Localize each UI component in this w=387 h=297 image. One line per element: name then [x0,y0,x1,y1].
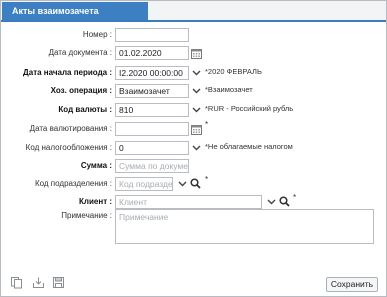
client-required: * [293,193,297,202]
download-icon[interactable] [32,276,45,289]
tax-code-select[interactable]: 0 [115,141,189,155]
currency-date-required: * [205,120,209,129]
comment-textarea[interactable]: Примечание [115,209,374,244]
chevron-down-icon[interactable] [265,196,277,208]
chevron-down-icon[interactable] [176,178,188,190]
chevron-down-icon[interactable] [190,142,202,154]
doc-date-input[interactable]: 01.02.2020 [115,46,189,60]
currency-select[interactable]: 810 [115,103,189,117]
period-start-label: Дата начала периода : [23,68,112,77]
chevron-down-icon[interactable] [190,85,202,97]
tab-acts[interactable]: Акты взаимозачета [2,2,148,20]
tax-code-note: *Не облагаемые налогом [205,142,293,151]
number-input[interactable] [115,28,189,42]
operation-select[interactable]: Взаимозачет [115,84,189,98]
chevron-down-icon[interactable] [190,104,202,116]
currency-date-input[interactable] [115,122,189,136]
operation-note: *Взаимозачет [205,85,253,94]
save-icon[interactable] [52,276,65,289]
department-required: * [205,175,209,184]
period-start-note: *2020 ФЕВРАЛЬ [205,67,262,76]
copy-icon[interactable] [10,276,23,289]
calendar-icon[interactable] [190,47,202,59]
calendar-icon[interactable] [190,123,202,135]
period-start-input[interactable]: I2.2020 00:00:00 [115,66,189,80]
search-icon[interactable] [189,177,201,189]
comment-label: Примечание : [61,211,112,220]
department-input[interactable]: Код подразде [115,177,173,191]
chevron-down-icon[interactable] [190,67,202,79]
tab-bar: Акты взаимозачета [1,1,386,22]
search-icon[interactable] [278,195,290,207]
client-input[interactable]: Клиент [115,195,262,209]
sum-input[interactable]: Сумма по документу [115,159,189,173]
currency-note: *RUR - Российский рубль [205,104,294,113]
dialog-window: Акты взаимозачета Номер : Дата документа… [0,0,387,297]
doc-date-label: Дата документа : [48,48,112,57]
department-label: Код подразделения : [34,179,112,188]
currency-date-label: Дата валютирования : [29,124,112,133]
client-label: Клиент : [79,197,112,206]
tax-code-label: Код налогообложения : [25,143,112,152]
number-label: Номер : [82,30,112,39]
currency-label: Код валюты : [58,105,112,114]
sum-label: Сумма : [80,161,112,170]
operation-label: Хоз. операция : [50,86,112,95]
save-button[interactable]: Сохранить [326,277,378,292]
